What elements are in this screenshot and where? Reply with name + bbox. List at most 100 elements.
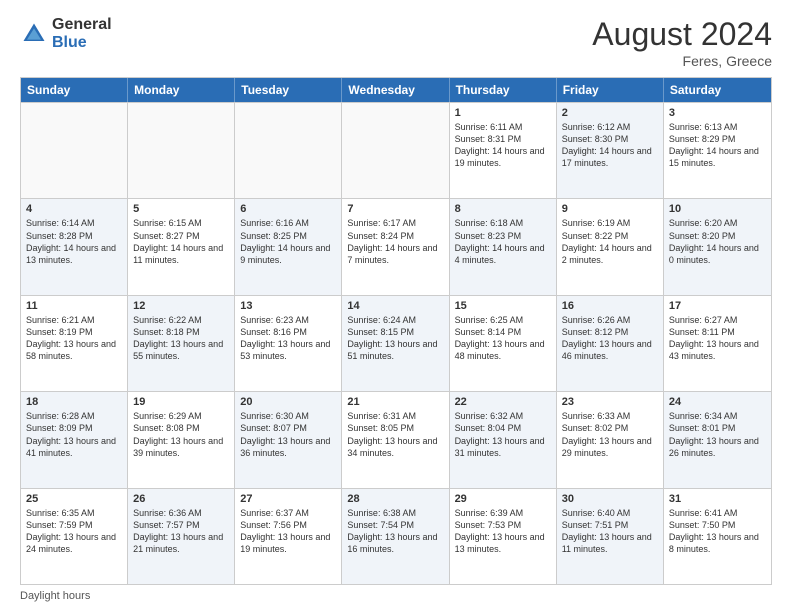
calendar-cell: 21 Sunrise: 6:31 AM Sunset: 8:05 PM Dayli… [342,392,449,487]
calendar-cell: 11 Sunrise: 6:21 AM Sunset: 8:19 PM Dayli… [21,296,128,391]
day-number: 12 [133,300,229,312]
calendar-cell: 3 Sunrise: 6:13 AM Sunset: 8:29 PM Daylig… [664,103,771,198]
day-number: 26 [133,493,229,505]
location: Feres, Greece [592,53,772,69]
calendar-cell: 16 Sunrise: 6:26 AM Sunset: 8:12 PM Dayli… [557,296,664,391]
cell-content: Sunrise: 6:31 AM Sunset: 8:05 PM Dayligh… [347,410,443,459]
logo: General Blue [20,16,112,51]
calendar-cell: 27 Sunrise: 6:37 AM Sunset: 7:56 PM Dayli… [235,489,342,584]
day-number: 17 [669,300,766,312]
calendar: SundayMondayTuesdayWednesdayThursdayFrid… [20,77,772,585]
cell-content: Sunrise: 6:39 AM Sunset: 7:53 PM Dayligh… [455,507,551,556]
cell-content: Sunrise: 6:21 AM Sunset: 8:19 PM Dayligh… [26,314,122,363]
cell-content: Sunrise: 6:24 AM Sunset: 8:15 PM Dayligh… [347,314,443,363]
calendar-cell: 30Sunrise: 6:40 AM Sunset: 7:51 PM Dayli… [557,489,664,584]
calendar-cell: 5Sunrise: 6:15 AM Sunset: 8:27 PM Daylig… [128,199,235,294]
cell-content: Sunrise: 6:32 AM Sunset: 8:04 PM Dayligh… [455,410,551,459]
day-number: 20 [240,396,336,408]
calendar-header-day: Friday [557,78,664,102]
calendar-cell: 13 Sunrise: 6:23 AM Sunset: 8:16 PM Dayli… [235,296,342,391]
cell-content: Sunrise: 6:15 AM Sunset: 8:27 PM Dayligh… [133,217,229,266]
calendar-cell: 19Sunrise: 6:29 AM Sunset: 8:08 PM Dayli… [128,392,235,487]
calendar-header-day: Thursday [450,78,557,102]
calendar-row: 11 Sunrise: 6:21 AM Sunset: 8:19 PM Dayli… [21,295,771,391]
day-number: 13 [240,300,336,312]
calendar-cell: 28 Sunrise: 6:38 AM Sunset: 7:54 PM Dayli… [342,489,449,584]
day-number: 27 [240,493,336,505]
footer-note: Daylight hours [20,590,772,602]
logo-text: General Blue [52,16,112,51]
calendar-cell [235,103,342,198]
cell-content: Sunrise: 6:19 AM Sunset: 8:22 PM Dayligh… [562,217,658,266]
day-number: 29 [455,493,551,505]
cell-content: Sunrise: 6:22 AM Sunset: 8:18 PM Dayligh… [133,314,229,363]
day-number: 11 [26,300,122,312]
calendar-cell [21,103,128,198]
cell-content: Sunrise: 6:25 AM Sunset: 8:14 PM Dayligh… [455,314,551,363]
month-year: August 2024 [592,16,772,53]
cell-content: Sunrise: 6:27 AM Sunset: 8:11 PM Dayligh… [669,314,766,363]
calendar-cell: 26 Sunrise: 6:36 AM Sunset: 7:57 PM Dayli… [128,489,235,584]
cell-content: Sunrise: 6:14 AM Sunset: 8:28 PM Dayligh… [26,217,122,266]
cell-content: Sunrise: 6:36 AM Sunset: 7:57 PM Dayligh… [133,507,229,556]
page: General Blue August 2024 Feres, Greece S… [0,0,792,612]
calendar-cell: 31 Sunrise: 6:41 AM Sunset: 7:50 PM Dayli… [664,489,771,584]
cell-content: Sunrise: 6:11 AM Sunset: 8:31 PM Dayligh… [455,121,551,170]
calendar-cell: 6 Sunrise: 6:16 AM Sunset: 8:25 PM Daylig… [235,199,342,294]
cell-content: Sunrise: 6:26 AM Sunset: 8:12 PM Dayligh… [562,314,658,363]
calendar-cell: 4 Sunrise: 6:14 AM Sunset: 8:28 PM Daylig… [21,199,128,294]
day-number: 28 [347,493,443,505]
cell-content: Sunrise: 6:35 AM Sunset: 7:59 PM Dayligh… [26,507,122,556]
cell-content: Sunrise: 6:18 AM Sunset: 8:23 PM Dayligh… [455,217,551,266]
day-number: 3 [669,107,766,119]
header: General Blue August 2024 Feres, Greece [20,16,772,69]
calendar-row: 1 Sunrise: 6:11 AM Sunset: 8:31 PM Daylig… [21,102,771,198]
calendar-cell: 25Sunrise: 6:35 AM Sunset: 7:59 PM Dayli… [21,489,128,584]
day-number: 30 [562,493,658,505]
day-number: 8 [455,203,551,215]
calendar-row: 4 Sunrise: 6:14 AM Sunset: 8:28 PM Daylig… [21,198,771,294]
calendar-cell [342,103,449,198]
day-number: 4 [26,203,122,215]
day-number: 6 [240,203,336,215]
day-number: 16 [562,300,658,312]
calendar-cell: 9Sunrise: 6:19 AM Sunset: 8:22 PM Daylig… [557,199,664,294]
cell-content: Sunrise: 6:16 AM Sunset: 8:25 PM Dayligh… [240,217,336,266]
day-number: 18 [26,396,122,408]
calendar-cell: 1 Sunrise: 6:11 AM Sunset: 8:31 PM Daylig… [450,103,557,198]
calendar-cell: 2 Sunrise: 6:12 AM Sunset: 8:30 PM Daylig… [557,103,664,198]
title-block: August 2024 Feres, Greece [592,16,772,69]
calendar-cell: 15 Sunrise: 6:25 AM Sunset: 8:14 PM Dayli… [450,296,557,391]
cell-content: Sunrise: 6:12 AM Sunset: 8:30 PM Dayligh… [562,121,658,170]
day-number: 31 [669,493,766,505]
cell-content: Sunrise: 6:30 AM Sunset: 8:07 PM Dayligh… [240,410,336,459]
cell-content: Sunrise: 6:23 AM Sunset: 8:16 PM Dayligh… [240,314,336,363]
cell-content: Sunrise: 6:13 AM Sunset: 8:29 PM Dayligh… [669,121,766,170]
day-number: 19 [133,396,229,408]
logo-general: General [52,16,112,34]
day-number: 14 [347,300,443,312]
calendar-row: 18Sunrise: 6:28 AM Sunset: 8:09 PM Dayli… [21,391,771,487]
cell-content: Sunrise: 6:34 AM Sunset: 8:01 PM Dayligh… [669,410,766,459]
calendar-body: 1 Sunrise: 6:11 AM Sunset: 8:31 PM Daylig… [21,102,771,584]
day-number: 23 [562,396,658,408]
cell-content: Sunrise: 6:38 AM Sunset: 7:54 PM Dayligh… [347,507,443,556]
calendar-cell: 12 Sunrise: 6:22 AM Sunset: 8:18 PM Dayli… [128,296,235,391]
calendar-cell: 8 Sunrise: 6:18 AM Sunset: 8:23 PM Daylig… [450,199,557,294]
day-number: 15 [455,300,551,312]
cell-content: Sunrise: 6:17 AM Sunset: 8:24 PM Dayligh… [347,217,443,266]
cell-content: Sunrise: 6:37 AM Sunset: 7:56 PM Dayligh… [240,507,336,556]
day-number: 2 [562,107,658,119]
day-number: 24 [669,396,766,408]
calendar-cell: 24 Sunrise: 6:34 AM Sunset: 8:01 PM Dayli… [664,392,771,487]
calendar-cell: 7Sunrise: 6:17 AM Sunset: 8:24 PM Daylig… [342,199,449,294]
day-number: 21 [347,396,443,408]
cell-content: Sunrise: 6:41 AM Sunset: 7:50 PM Dayligh… [669,507,766,556]
calendar-header-day: Sunday [21,78,128,102]
logo-icon [20,20,48,48]
cell-content: Sunrise: 6:20 AM Sunset: 8:20 PM Dayligh… [669,217,766,266]
calendar-cell [128,103,235,198]
day-number: 1 [455,107,551,119]
logo-blue: Blue [52,34,112,52]
calendar-header-day: Tuesday [235,78,342,102]
